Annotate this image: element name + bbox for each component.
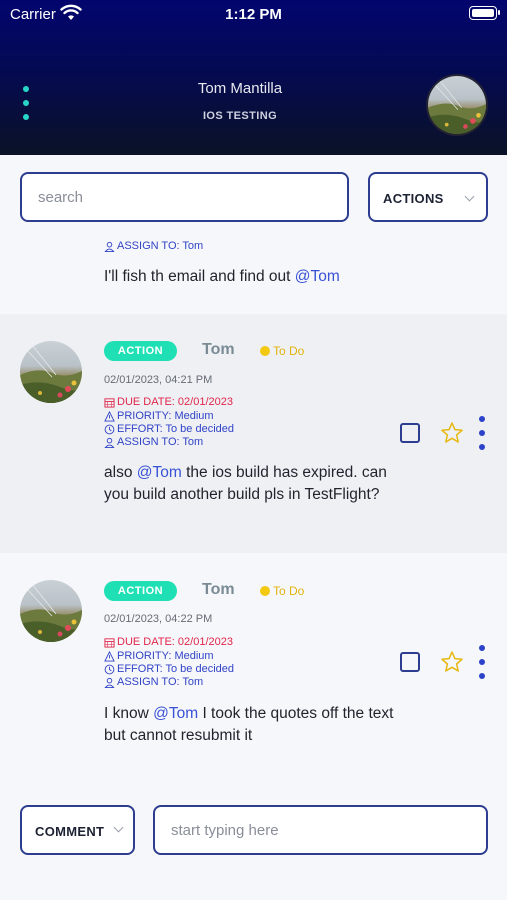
user-avatar[interactable] — [20, 341, 82, 403]
priority-meta: PRIORITY: Medium — [104, 410, 214, 422]
action-badge: ACTION — [104, 581, 177, 601]
due-date-meta: DUE DATE: 02/01/2023 — [104, 636, 233, 648]
user-icon — [104, 241, 115, 252]
message-text: I know @Tom I took the quotes off the te… — [104, 705, 394, 744]
comment-label: COMMENT — [35, 824, 105, 839]
assign-meta: ASSIGN TO: Tom — [104, 676, 203, 688]
message-text: also @Tom the ios build has expired. can… — [104, 464, 387, 503]
priority-meta: PRIORITY: Medium — [104, 650, 214, 662]
action-badge: ACTION — [104, 341, 177, 361]
comment-type-dropdown[interactable]: COMMENT — [20, 805, 135, 855]
user-icon — [104, 677, 115, 688]
message-input[interactable] — [153, 805, 488, 855]
message-item: ACTION Tom To Do 02/01/2023, 04:21 PM DU… — [0, 314, 507, 553]
effort-meta: EFFORT: To be decided — [104, 663, 234, 675]
clock: 1:12 PM — [225, 6, 282, 23]
clock-icon — [104, 664, 115, 674]
star-icon[interactable] — [440, 421, 464, 445]
task-checkbox[interactable] — [400, 423, 420, 443]
profile-avatar[interactable] — [426, 74, 488, 136]
page-subtitle: IOS TESTING — [202, 110, 278, 122]
calendar-icon — [104, 397, 115, 408]
effort-meta: EFFORT: To be decided — [104, 423, 234, 435]
due-date-meta: DUE DATE: 02/01/2023 — [104, 396, 233, 408]
star-icon[interactable] — [440, 650, 464, 674]
message-item: ASSIGN TO: Tom I'll fish th email and fi… — [0, 232, 507, 314]
warning-icon — [104, 410, 115, 422]
status-bar: Carrier 1:12 PM — [0, 0, 507, 30]
status-badge: To Do — [260, 584, 304, 598]
page-title: Tom Mantilla — [197, 80, 283, 97]
mention-link[interactable]: @Tom — [153, 705, 198, 722]
actions-label: ACTIONS — [383, 191, 444, 206]
warning-icon — [104, 650, 115, 662]
message-item: ACTION Tom To Do 02/01/2023, 04:22 PM DU… — [0, 553, 507, 783]
actions-dropdown[interactable]: ACTIONS — [368, 172, 488, 222]
app-header: Carrier 1:12 PM Tom Mantilla IOS TESTING — [0, 0, 507, 155]
author-name[interactable]: Tom — [202, 581, 235, 599]
assign-meta: ASSIGN TO: Tom — [104, 240, 203, 252]
task-checkbox[interactable] — [400, 652, 420, 672]
status-dot-icon — [260, 346, 270, 356]
mention-link[interactable]: @Tom — [137, 464, 182, 481]
more-options-icon[interactable] — [478, 645, 486, 681]
clock-icon — [104, 424, 115, 434]
chevron-down-icon — [113, 822, 124, 833]
user-icon — [104, 437, 115, 448]
mention-link[interactable]: @Tom — [295, 268, 340, 285]
status-dot-icon — [260, 586, 270, 596]
status-badge: To Do — [260, 344, 304, 358]
message-text: I'll fish th email and find out @Tom — [104, 268, 340, 285]
battery-icon — [469, 6, 500, 20]
author-name[interactable]: Tom — [202, 341, 235, 359]
more-options-icon[interactable] — [478, 416, 486, 452]
timestamp: 02/01/2023, 04:22 PM — [104, 613, 213, 625]
timestamp: 02/01/2023, 04:21 PM — [104, 374, 213, 386]
search-input[interactable] — [20, 172, 349, 222]
chevron-down-icon — [464, 191, 475, 202]
user-avatar[interactable] — [20, 580, 82, 642]
calendar-icon — [104, 637, 115, 648]
assign-meta: ASSIGN TO: Tom — [104, 436, 203, 448]
